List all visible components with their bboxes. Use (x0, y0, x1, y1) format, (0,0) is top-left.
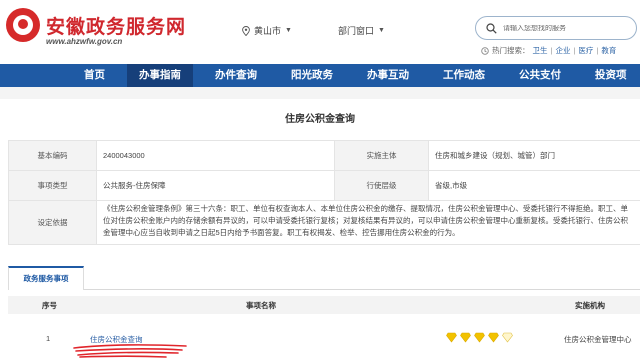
site-header: 安徽政务服务网 www.ahzwfw.gov.cn 黄山市 ▼ 部门窗口 ▼ 热… (0, 0, 640, 64)
location-pin-icon (242, 25, 250, 36)
hot-link-enterprise[interactable]: 企业 (555, 45, 570, 56)
chevron-down-icon: ▼ (378, 27, 385, 34)
item-info-table: 基本编码 2400043000 实施主体 住房和城乡建设（规划、城管）部门 事项… (8, 140, 640, 245)
code-value: 2400043000 (96, 140, 335, 171)
nav-item-news[interactable]: 工作动态 (431, 64, 497, 87)
main-nav: 首页 办事指南 办件查询 阳光政务 办事互动 工作动态 公共支付 投资项 (0, 64, 640, 87)
subject-value: 住房和城乡建设（规划、城管）部门 (428, 140, 640, 171)
nav-item-investment[interactable]: 投资项 (583, 64, 639, 87)
nav-item-query[interactable]: 办件查询 (203, 64, 269, 87)
subject-label: 实施主体 (334, 140, 429, 171)
nav-item-payment[interactable]: 公共支付 (507, 64, 573, 87)
logo-icon[interactable] (6, 8, 40, 42)
search-input[interactable] (503, 24, 633, 32)
nav-item-guide[interactable]: 办事指南 (127, 64, 193, 87)
basis-label: 设定依据 (8, 200, 97, 245)
level-label: 行使层级 (334, 170, 429, 201)
city-label: 黄山市 (254, 26, 282, 36)
search-icon[interactable] (486, 22, 497, 34)
rating-stars (446, 332, 513, 343)
row-org: 住房公积金管理中心 (564, 335, 632, 344)
department-selector[interactable]: 部门窗口 ▼ (338, 24, 385, 37)
red-underline-annotation (73, 344, 187, 358)
department-label: 部门窗口 (338, 26, 375, 36)
nav-item-open-gov[interactable]: 阳光政务 (279, 64, 345, 87)
header-name: 事项名称 (246, 301, 276, 310)
diamond-star-icon-empty (502, 332, 513, 343)
type-value: 公共服务-住房保障 (96, 170, 335, 201)
site-title[interactable]: 安徽政务服务网 (46, 12, 186, 39)
tab-gov-services[interactable]: 政务服务事项 (8, 266, 84, 290)
nav-item-interaction[interactable]: 办事互动 (355, 64, 421, 87)
type-label: 事项类型 (8, 170, 97, 201)
basis-value: 《住房公积金管理条例》第三十六条：职工、单位有权查询本人、本单位住房公积金的缴存… (103, 203, 628, 237)
search-box[interactable] (475, 16, 637, 40)
hot-link-medical[interactable]: 医疗 (578, 45, 593, 56)
diamond-star-icon (460, 332, 471, 343)
level-value: 省级,市级 (428, 170, 640, 201)
diamond-star-icon (446, 332, 457, 343)
hot-search-row: 热门搜索： 卫生 | 企业 | 医疗 | 教育 (481, 45, 619, 56)
tab-bar: 政务服务事项 (8, 266, 640, 290)
site-url: www.ahzwfw.gov.cn (46, 37, 123, 46)
header-no: 序号 (42, 301, 57, 310)
divider-strip (0, 87, 640, 99)
diamond-star-icon (488, 332, 499, 343)
row-number: 1 (46, 334, 51, 343)
chevron-down-icon: ▼ (285, 27, 292, 34)
city-selector[interactable]: 黄山市 ▼ (242, 24, 292, 37)
header-org: 实施机构 (575, 301, 605, 310)
code-label: 基本编码 (8, 140, 97, 171)
hot-link-health[interactable]: 卫生 (533, 45, 548, 56)
list-header: 序号 事项名称 实施机构 (8, 296, 640, 314)
page-title: 住房公积金查询 (285, 114, 355, 125)
hot-search-label: 热门搜索： (492, 46, 530, 55)
nav-item-home[interactable]: 首页 (72, 64, 117, 87)
hot-link-education[interactable]: 教育 (601, 45, 616, 56)
fire-icon (481, 46, 489, 55)
diamond-star-icon (474, 332, 485, 343)
